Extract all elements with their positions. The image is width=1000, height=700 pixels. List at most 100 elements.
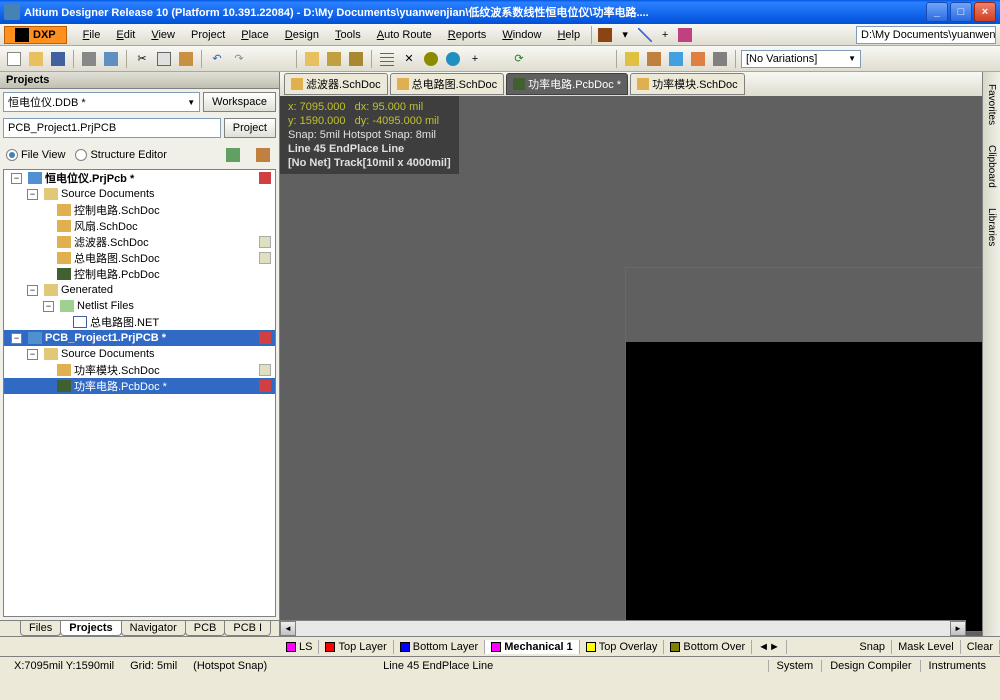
scroll-left-icon[interactable]: ◄ [280, 621, 296, 636]
status-instruments-button[interactable]: Instruments [920, 660, 994, 672]
zoom-fit-icon[interactable] [302, 49, 322, 69]
undo-icon[interactable]: ↶ [207, 49, 227, 69]
status-design-compiler-button[interactable]: Design Compiler [821, 660, 919, 672]
radio-file-view[interactable]: File View [6, 149, 65, 161]
tab-files[interactable]: Files [20, 621, 61, 636]
tree-doc-control-pcb[interactable]: 控制电路.PcbDoc [4, 266, 275, 282]
menu-view[interactable]: View [143, 27, 183, 43]
tool-arrow-icon[interactable]: ▾ [615, 25, 635, 45]
place-via-icon[interactable] [421, 49, 441, 69]
tree-source-docs-2[interactable]: −Source Documents [4, 346, 275, 362]
layer-bottom[interactable]: Bottom Layer [394, 640, 485, 654]
close-button[interactable]: × [974, 2, 996, 22]
menu-place[interactable]: Place [233, 27, 277, 43]
tool-line-icon[interactable] [635, 25, 655, 45]
tree-doc-filter-sch[interactable]: 滤波器.SchDoc [4, 234, 275, 250]
workspace-button[interactable]: Workspace [203, 92, 276, 112]
print-icon[interactable] [79, 49, 99, 69]
path-field[interactable]: D:\My Documents\yuanwenji [856, 26, 996, 44]
tree-generated[interactable]: −Generated [4, 282, 275, 298]
horizontal-scrollbar[interactable]: ◄ ► [280, 620, 966, 636]
filter-4-icon[interactable] [688, 49, 708, 69]
project-tree[interactable]: −恒电位仪.PrjPcb * −Source Documents 控制电路.Sc… [3, 169, 276, 617]
zoom-sel-icon[interactable] [346, 49, 366, 69]
tool-poly-icon[interactable] [675, 25, 695, 45]
layer-ls[interactable]: LS [280, 640, 319, 654]
tool-pencil-icon[interactable] [595, 25, 615, 45]
menu-design[interactable]: Design [277, 27, 327, 43]
cross-icon[interactable]: ✕ [399, 49, 419, 69]
filter-2-icon[interactable] [644, 49, 664, 69]
tree-doc-control-sch[interactable]: 控制电路.SchDoc [4, 202, 275, 218]
scroll-right-icon[interactable]: ► [950, 621, 966, 636]
tree-doc-fan-sch[interactable]: 风扇.SchDoc [4, 218, 275, 234]
panel-opt1-icon[interactable] [223, 145, 243, 165]
workspace-combo[interactable]: 恒电位仪.DDB *▼ [3, 92, 200, 112]
cut-icon[interactable]: ✂ [132, 49, 152, 69]
layer-bottom-overlay[interactable]: Bottom Over [664, 640, 752, 654]
menu-file[interactable]: File [75, 27, 109, 43]
tab-favorites[interactable]: Favorites [985, 80, 998, 129]
menu-window[interactable]: Window [494, 27, 549, 43]
minimize-button[interactable]: _ [926, 2, 948, 22]
layer-top[interactable]: Top Layer [319, 640, 393, 654]
doc-tab-power-mod[interactable]: 功率模块.SchDoc [630, 73, 745, 95]
open-icon[interactable] [26, 49, 46, 69]
dxp-button[interactable]: DXP [4, 26, 67, 44]
preview-icon[interactable] [101, 49, 121, 69]
tree-project-1[interactable]: −恒电位仪.PrjPcb * [4, 170, 275, 186]
tree-doc-power-mod-sch[interactable]: 功率模块.SchDoc [4, 362, 275, 378]
tree-project-2[interactable]: −PCB_Project1.PrjPCB * [4, 330, 275, 346]
filter-1-icon[interactable] [622, 49, 642, 69]
menu-project[interactable]: Project [183, 27, 233, 43]
menu-edit[interactable]: Edit [108, 27, 143, 43]
tab-projects[interactable]: Projects [60, 621, 121, 636]
radio-structure-editor[interactable]: Structure Editor [75, 149, 166, 161]
copy-icon[interactable] [154, 49, 174, 69]
menu-tools[interactable]: Tools [327, 27, 369, 43]
filter-5-icon[interactable] [710, 49, 730, 69]
layer-tabs: LS Top Layer Bottom Layer Mechanical 1 T… [0, 636, 1000, 656]
doc-tab-filter[interactable]: 滤波器.SchDoc [284, 73, 388, 95]
doc-tab-main[interactable]: 总电路图.SchDoc [390, 73, 505, 95]
grid-icon[interactable] [377, 49, 397, 69]
status-system-button[interactable]: System [768, 660, 822, 672]
tree-doc-main-sch[interactable]: 总电路图.SchDoc [4, 250, 275, 266]
doc-tab-power-pcb[interactable]: 功率电路.PcbDoc * [506, 73, 628, 95]
layer-nav-icon[interactable]: ◄► [752, 640, 787, 654]
panel-opt2-icon[interactable] [253, 145, 273, 165]
maximize-button[interactable]: □ [950, 2, 972, 22]
mask-level-button[interactable]: Mask Level [892, 640, 961, 654]
clear-button[interactable]: Clear [961, 640, 1000, 654]
canvas-area[interactable]: 滤波器.SchDoc 总电路图.SchDoc 功率电路.PcbDoc * 功率模… [280, 72, 982, 636]
redo-icon[interactable]: ↷ [229, 49, 249, 69]
menu-autoroute[interactable]: Auto Route [369, 27, 440, 43]
tab-pcb-i[interactable]: PCB I [224, 621, 271, 636]
new-icon[interactable] [4, 49, 24, 69]
filter-3-icon[interactable] [666, 49, 686, 69]
tool-plus-icon[interactable]: + [655, 25, 675, 45]
place-track-icon[interactable]: + [465, 49, 485, 69]
layer-mechanical[interactable]: Mechanical 1 [485, 640, 579, 654]
tab-pcb[interactable]: PCB [185, 621, 226, 636]
project-combo[interactable]: PCB_Project1.PrjPCB [3, 118, 221, 138]
layer-top-overlay[interactable]: Top Overlay [580, 640, 665, 654]
save-icon[interactable] [48, 49, 68, 69]
snap-button[interactable]: Snap [853, 640, 892, 654]
variations-combo[interactable]: [No Variations]▼ [741, 50, 861, 68]
tab-libraries[interactable]: Libraries [985, 204, 998, 250]
tab-clipboard[interactable]: Clipboard [985, 141, 998, 192]
tree-source-docs-1[interactable]: −Source Documents [4, 186, 275, 202]
menubar: DXP File Edit View Project Place Design … [0, 24, 1000, 46]
paste-icon[interactable] [176, 49, 196, 69]
zoom-area-icon[interactable] [324, 49, 344, 69]
tree-doc-power-pcb[interactable]: 功率电路.PcbDoc * [4, 378, 275, 394]
menu-help[interactable]: Help [549, 27, 588, 43]
tab-navigator[interactable]: Navigator [121, 621, 186, 636]
menu-reports[interactable]: Reports [440, 27, 495, 43]
place-pad-icon[interactable] [443, 49, 463, 69]
refresh-icon[interactable]: ⟳ [509, 49, 529, 69]
tree-netlist-file[interactable]: 总电路图.NET [4, 314, 275, 330]
tree-netlist-files[interactable]: −Netlist Files [4, 298, 275, 314]
project-button[interactable]: Project [224, 118, 276, 138]
